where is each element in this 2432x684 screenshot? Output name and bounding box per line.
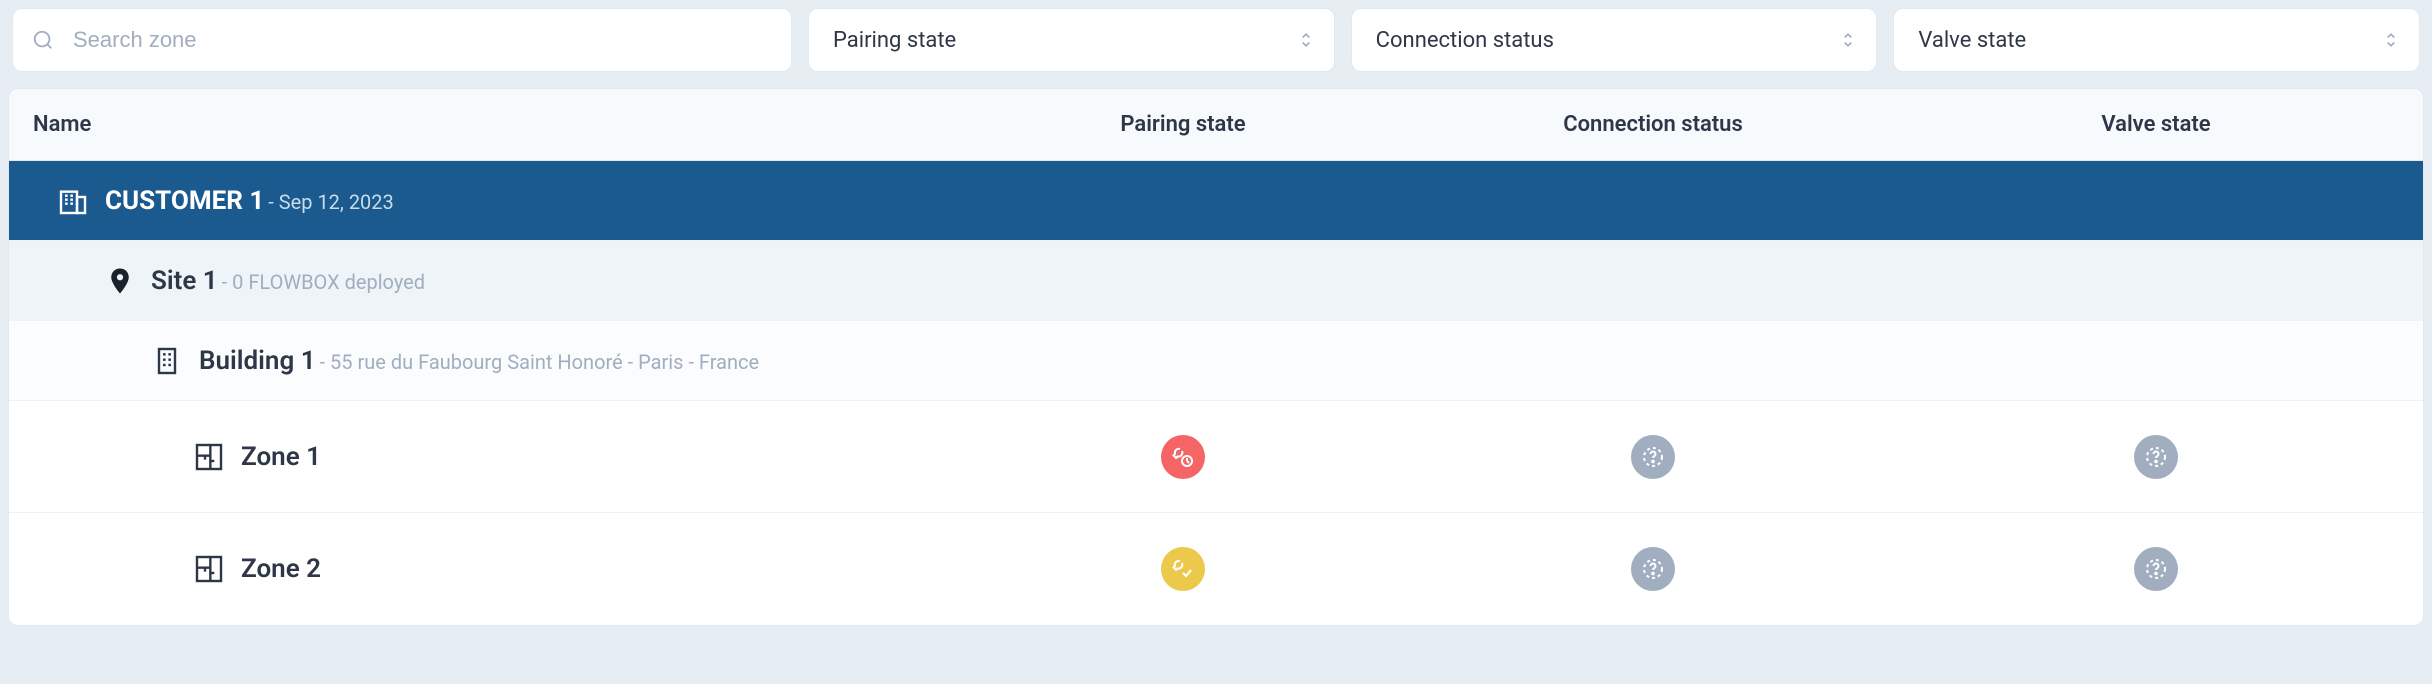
connection-status-select-label: Connection status xyxy=(1376,28,1554,53)
site-row[interactable]: Site 1 - 0 FLOWBOX deployed xyxy=(9,241,2423,321)
connection-unknown-badge xyxy=(1631,547,1675,591)
site-meta: - 0 FLOWBOX deployed xyxy=(222,270,425,294)
customer-name: CUSTOMER 1 xyxy=(105,186,264,216)
valve-unknown-badge xyxy=(2134,547,2178,591)
zone-row[interactable]: Zone 1 xyxy=(9,401,2423,513)
zone-name-cell: Zone 2 xyxy=(33,553,973,585)
building-icon xyxy=(151,345,183,377)
column-header-pairing-state: Pairing state xyxy=(973,112,1393,137)
site-name: Site 1 xyxy=(151,266,218,296)
zone-connection-status-cell xyxy=(1393,547,1913,591)
zone-name: Zone 2 xyxy=(241,554,321,584)
customer-icon xyxy=(57,185,89,217)
search-input[interactable] xyxy=(12,8,792,72)
search-icon xyxy=(32,29,54,51)
question-circle-icon xyxy=(1641,557,1665,581)
valve-state-select[interactable]: Valve state xyxy=(1893,8,2420,72)
column-header-name: Name xyxy=(33,112,973,137)
chevron-up-down-icon xyxy=(1840,30,1856,50)
chevron-up-down-icon xyxy=(1298,30,1314,50)
zone-pairing-state-cell xyxy=(973,547,1393,591)
location-icon xyxy=(105,266,135,296)
zone-row[interactable]: Zone 2 xyxy=(9,513,2423,625)
search-input-wrapper xyxy=(12,8,792,72)
zone-icon xyxy=(193,553,225,585)
question-circle-icon xyxy=(2144,557,2168,581)
table-header: Name Pairing state Connection status Val… xyxy=(9,89,2423,161)
zone-pairing-state-cell xyxy=(973,435,1393,479)
pairing-state-error-badge xyxy=(1161,435,1205,479)
customer-date: - Sep 12, 2023 xyxy=(268,190,394,214)
pairing-state-select[interactable]: Pairing state xyxy=(808,8,1335,72)
main-panel: Name Pairing state Connection status Val… xyxy=(8,88,2424,626)
column-header-valve-state: Valve state xyxy=(1913,112,2399,137)
wrench-check-icon xyxy=(1171,557,1195,581)
customer-name-cell: CUSTOMER 1 - Sep 12, 2023 xyxy=(33,185,2399,217)
filter-bar: Pairing state Connection status Valve st… xyxy=(0,0,2432,88)
zone-connection-status-cell xyxy=(1393,435,1913,479)
valve-unknown-badge xyxy=(2134,435,2178,479)
zone-valve-state-cell xyxy=(1913,547,2399,591)
connection-unknown-badge xyxy=(1631,435,1675,479)
valve-state-select-label: Valve state xyxy=(1918,28,2026,53)
column-header-connection-status: Connection status xyxy=(1393,112,1913,137)
pairing-state-pending-badge xyxy=(1161,547,1205,591)
pairing-state-select-label: Pairing state xyxy=(833,28,956,53)
connection-status-select[interactable]: Connection status xyxy=(1351,8,1878,72)
customer-row[interactable]: CUSTOMER 1 - Sep 12, 2023 xyxy=(9,161,2423,241)
building-row[interactable]: Building 1 - 55 rue du Faubourg Saint Ho… xyxy=(9,321,2423,401)
zone-name: Zone 1 xyxy=(241,442,321,472)
zone-valve-state-cell xyxy=(1913,435,2399,479)
building-meta: - 55 rue du Faubourg Saint Honoré - Pari… xyxy=(320,350,760,374)
building-name-cell: Building 1 - 55 rue du Faubourg Saint Ho… xyxy=(33,345,2399,377)
question-circle-icon xyxy=(1641,445,1665,469)
zone-name-cell: Zone 1 xyxy=(33,441,973,473)
wrench-clock-icon xyxy=(1171,445,1195,469)
question-circle-icon xyxy=(2144,445,2168,469)
zone-icon xyxy=(193,441,225,473)
site-name-cell: Site 1 - 0 FLOWBOX deployed xyxy=(33,266,2399,296)
chevron-up-down-icon xyxy=(2383,30,2399,50)
building-name: Building 1 xyxy=(199,346,316,376)
